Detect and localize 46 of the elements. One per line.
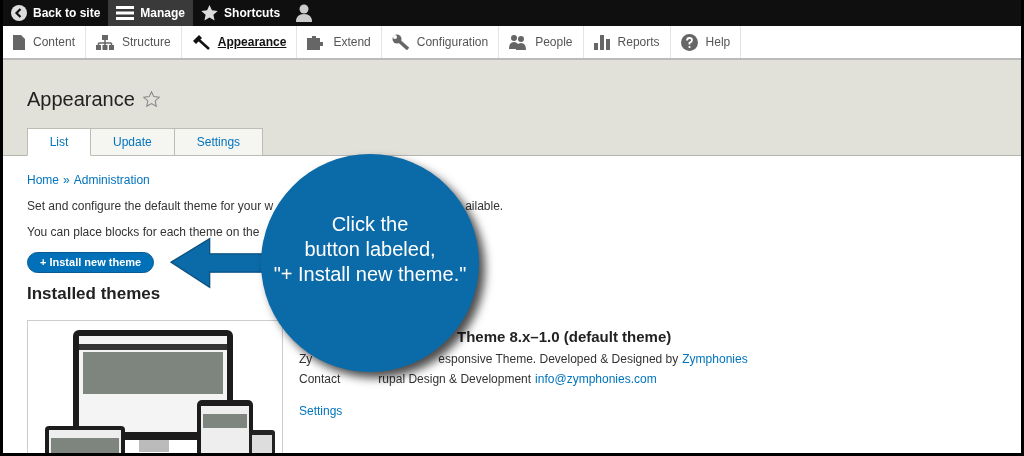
admin-menu-item[interactable]: Extend <box>297 26 382 58</box>
tab[interactable]: List <box>27 128 91 156</box>
theme-description: esponsive Theme. Developed & Designed by <box>438 351 679 368</box>
theme-settings-link[interactable]: Settings <box>299 404 343 418</box>
theme-description: Contact <box>299 371 341 388</box>
section-title: Installed themes <box>27 283 162 305</box>
back-icon <box>11 5 27 21</box>
theme-description: Zy <box>299 351 313 368</box>
wrench-icon <box>391 34 409 50</box>
theme-title: Theme 8.x–1.0 (default theme) <box>457 326 672 347</box>
admin-menu-item[interactable]: People <box>499 26 584 58</box>
menu-icon <box>116 5 135 21</box>
page-title: Appearance <box>27 87 135 112</box>
star-icon <box>201 5 219 21</box>
toolbar-item[interactable]: Shortcuts <box>193 0 289 26</box>
toolbar-item[interactable]: Back to site <box>3 0 109 26</box>
toolbar-item[interactable]: Manage <box>108 0 194 26</box>
puzzle-icon <box>307 34 326 50</box>
author-link[interactable]: Zymphonies <box>682 350 748 368</box>
breadcrumb-link[interactable]: Administration <box>73 171 150 189</box>
email-link[interactable]: info@zymphonies.com <box>535 370 657 388</box>
bar-chart-icon <box>593 34 610 50</box>
description-text: Set and configure the default theme for your w <box>27 198 274 215</box>
tab[interactable]: Update <box>91 128 175 156</box>
document-icon <box>13 34 25 50</box>
admin-menu-item[interactable]: Content <box>3 26 87 58</box>
admin-menu-item[interactable]: Help <box>670 26 742 58</box>
install-theme-button[interactable]: + Install new theme <box>27 252 155 273</box>
callout-text: button labeled, <box>304 236 436 262</box>
callout-text: "+ Install new theme." <box>273 261 467 287</box>
admin-menu-item[interactable]: Appearance <box>181 26 298 58</box>
description-text: You can place blocks for each theme on the <box>27 225 260 239</box>
tab[interactable]: Settings <box>174 128 264 156</box>
people-icon <box>509 34 528 50</box>
help-icon <box>680 33 698 51</box>
star-outline-icon[interactable] <box>142 91 160 107</box>
breadcrumb-separator: » <box>63 172 70 189</box>
theme-description: rupal Design & Development <box>378 371 532 388</box>
callout-text: Click the <box>331 211 409 237</box>
admin-menu-item[interactable]: Reports <box>583 26 671 58</box>
admin-menu-item[interactable]: Configuration <box>381 26 500 58</box>
breadcrumb-link[interactable]: Home <box>27 171 59 189</box>
admin-menu-item[interactable]: Structure <box>86 26 182 58</box>
user-icon <box>296 4 313 22</box>
hierarchy-icon <box>96 34 115 50</box>
description-text: ailable. <box>465 198 504 215</box>
